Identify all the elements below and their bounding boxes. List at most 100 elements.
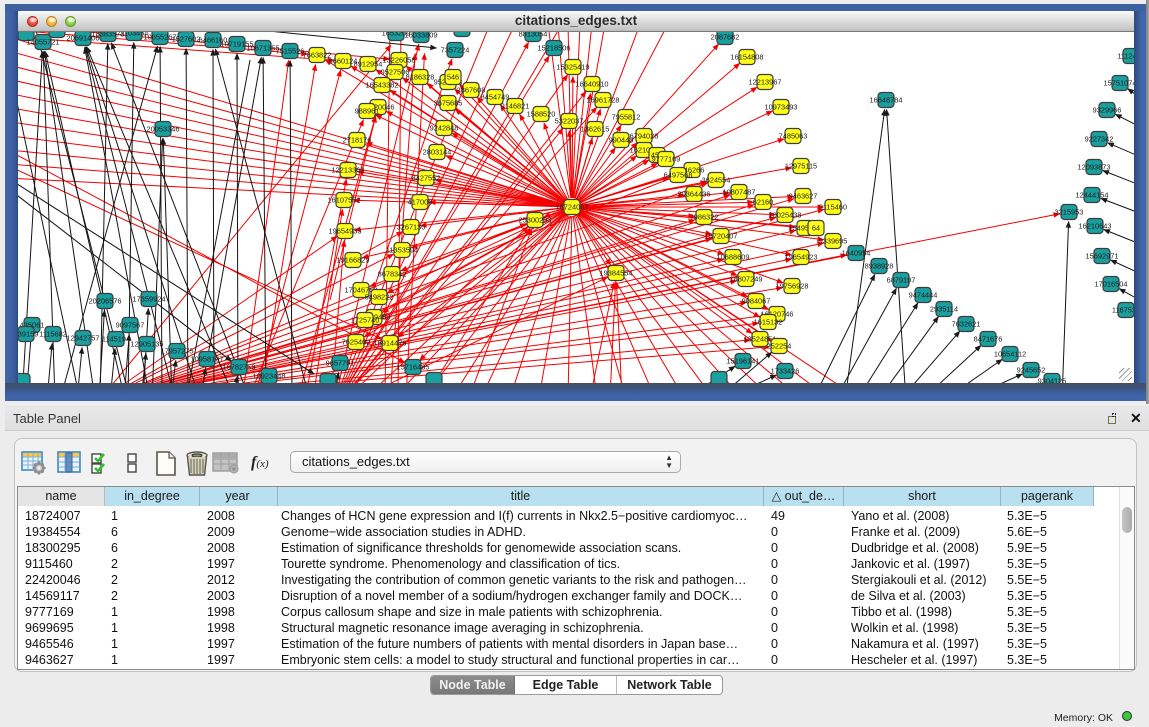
svg-text:3675685: 3675685 — [434, 99, 463, 108]
svg-text:17359924: 17359924 — [133, 295, 166, 304]
svg-text:9115460: 9115460 — [819, 203, 847, 212]
svg-text:9329966: 9329966 — [1093, 106, 1122, 115]
svg-text:2935114: 2935114 — [930, 305, 958, 314]
svg-text:16961728: 16961728 — [587, 96, 620, 105]
svg-text:19654933: 19654933 — [329, 227, 362, 236]
svg-text:1145194: 1145194 — [102, 335, 130, 344]
svg-text:8660124: 8660124 — [329, 57, 358, 66]
svg-text:1167533: 1167533 — [1112, 306, 1134, 315]
svg-text:16543382: 16543382 — [366, 81, 399, 90]
svg-text:9463627: 9463627 — [789, 192, 818, 201]
svg-text:7986322: 7986322 — [690, 213, 719, 222]
svg-text:1725740: 1725740 — [351, 316, 380, 325]
svg-text:18807249: 18807249 — [730, 275, 763, 284]
svg-text:19384554: 19384554 — [600, 269, 633, 278]
svg-text:17016504: 17016504 — [1095, 280, 1128, 289]
svg-text:6794028: 6794028 — [630, 132, 659, 141]
svg-text:20364436: 20364436 — [678, 190, 711, 199]
svg-text:1362615: 1362615 — [581, 125, 610, 134]
svg-text:16640910: 16640910 — [576, 80, 609, 89]
svg-text:15218506: 15218506 — [538, 44, 571, 53]
svg-text:10654112: 10654112 — [994, 350, 1026, 359]
svg-text:11353594: 11353594 — [386, 246, 418, 255]
svg-text:1588520: 1588520 — [527, 110, 556, 119]
svg-text:9245652: 9245652 — [1017, 366, 1046, 375]
svg-text:10688609: 10688609 — [717, 253, 750, 262]
svg-text:9227342: 9227342 — [1085, 135, 1114, 144]
svg-text:16914479: 16914479 — [374, 339, 407, 348]
svg-text:15196141: 15196141 — [727, 357, 760, 366]
svg-text:1615132: 1615132 — [754, 318, 783, 327]
svg-text:3215953: 3215953 — [1055, 208, 1084, 217]
svg-text:62160: 62160 — [753, 198, 774, 207]
svg-text:16210643: 16210643 — [1079, 222, 1112, 231]
svg-text:14055721: 14055721 — [27, 38, 60, 47]
svg-text:9084067: 9084067 — [742, 297, 771, 306]
svg-text:12213967: 12213967 — [749, 78, 782, 87]
svg-text:15720407: 15720407 — [705, 232, 738, 241]
svg-text:8186328: 8186328 — [406, 73, 435, 82]
svg-text:8912954: 8912954 — [354, 60, 383, 69]
svg-text:15751074: 15751074 — [1104, 79, 1134, 88]
svg-text:1115682: 1115682 — [39, 330, 67, 339]
svg-text:9657791: 9657791 — [326, 359, 355, 368]
svg-text:546: 546 — [447, 73, 459, 82]
svg-text:988961: 988961 — [355, 107, 380, 116]
svg-text:7625402: 7625402 — [342, 338, 371, 347]
svg-text:1527602: 1527602 — [172, 35, 201, 44]
svg-text:20053346: 20053346 — [147, 125, 180, 134]
svg-text:7357224: 7357224 — [441, 46, 470, 55]
svg-text:9527506: 9527506 — [381, 68, 410, 77]
svg-text:15692971: 15692971 — [1086, 252, 1119, 261]
svg-text:12975115: 12975115 — [785, 162, 817, 171]
svg-text:252254: 252254 — [767, 342, 792, 351]
svg-text:1733426: 1733426 — [771, 367, 800, 376]
svg-text:10671355: 10671355 — [247, 44, 280, 53]
svg-text:5322037: 5322037 — [555, 117, 584, 126]
svg-text:12213369: 12213369 — [332, 166, 365, 175]
svg-text:10807487: 10807487 — [723, 188, 756, 197]
svg-text:9146821: 9146821 — [501, 102, 530, 111]
svg-text:3624554: 3624554 — [702, 176, 731, 185]
svg-text:10025438: 10025438 — [769, 211, 802, 220]
svg-text:19756928: 19756928 — [776, 282, 809, 291]
svg-text:417006: 417006 — [408, 198, 433, 207]
svg-text:7515526: 7515526 — [276, 47, 305, 56]
svg-text:3267130: 3267130 — [397, 223, 426, 232]
svg-text:19654923: 19654923 — [785, 253, 818, 262]
svg-text:9242848: 9242848 — [430, 124, 459, 133]
svg-text:12942757: 12942757 — [67, 334, 100, 343]
svg-text:16154808: 16154808 — [731, 53, 764, 62]
svg-text:7663822: 7663822 — [303, 51, 332, 60]
svg-text:8427552: 8427552 — [412, 174, 441, 183]
svg-text:18724007: 18724007 — [556, 203, 589, 212]
svg-text:16033809: 16033809 — [405, 32, 438, 40]
svg-text:8813054: 8813054 — [519, 32, 548, 39]
svg-text:6497568: 6497568 — [664, 171, 693, 180]
svg-text:1112404: 1112404 — [1117, 52, 1134, 61]
svg-text:15325419: 15325419 — [557, 63, 590, 72]
svg-text:64: 64 — [812, 224, 820, 233]
svg-text:9304125: 9304125 — [1038, 377, 1067, 383]
svg-text:990448: 990448 — [609, 136, 634, 145]
svg-text:9474444: 9474444 — [909, 291, 938, 300]
svg-text:8938928: 8938928 — [865, 262, 894, 271]
svg-text:12905135: 12905135 — [131, 340, 164, 349]
svg-text:17957275: 17957275 — [161, 347, 194, 356]
svg-text:15716485: 15716485 — [397, 363, 430, 372]
svg-text:5498222: 5498222 — [365, 293, 394, 302]
svg-text:19166829: 19166829 — [337, 256, 370, 265]
svg-text:8678342: 8678342 — [378, 270, 407, 279]
svg-text:439159: 439159 — [18, 330, 38, 339]
svg-text:10973493: 10973493 — [765, 103, 798, 112]
svg-text:2087682: 2087682 — [711, 33, 740, 42]
svg-text:16107552: 16107552 — [328, 196, 361, 205]
svg-text:2803144: 2803144 — [423, 148, 452, 157]
svg-text:7955812: 7955812 — [612, 113, 641, 122]
svg-text:12093873: 12093873 — [1078, 163, 1111, 172]
svg-text:12923448: 12923448 — [253, 372, 286, 381]
svg-text:16648784: 16648784 — [870, 96, 903, 105]
svg-text:16782759: 16782759 — [223, 363, 256, 372]
svg-text:7632621: 7632621 — [952, 320, 981, 329]
svg-text:20206576: 20206576 — [89, 297, 122, 306]
